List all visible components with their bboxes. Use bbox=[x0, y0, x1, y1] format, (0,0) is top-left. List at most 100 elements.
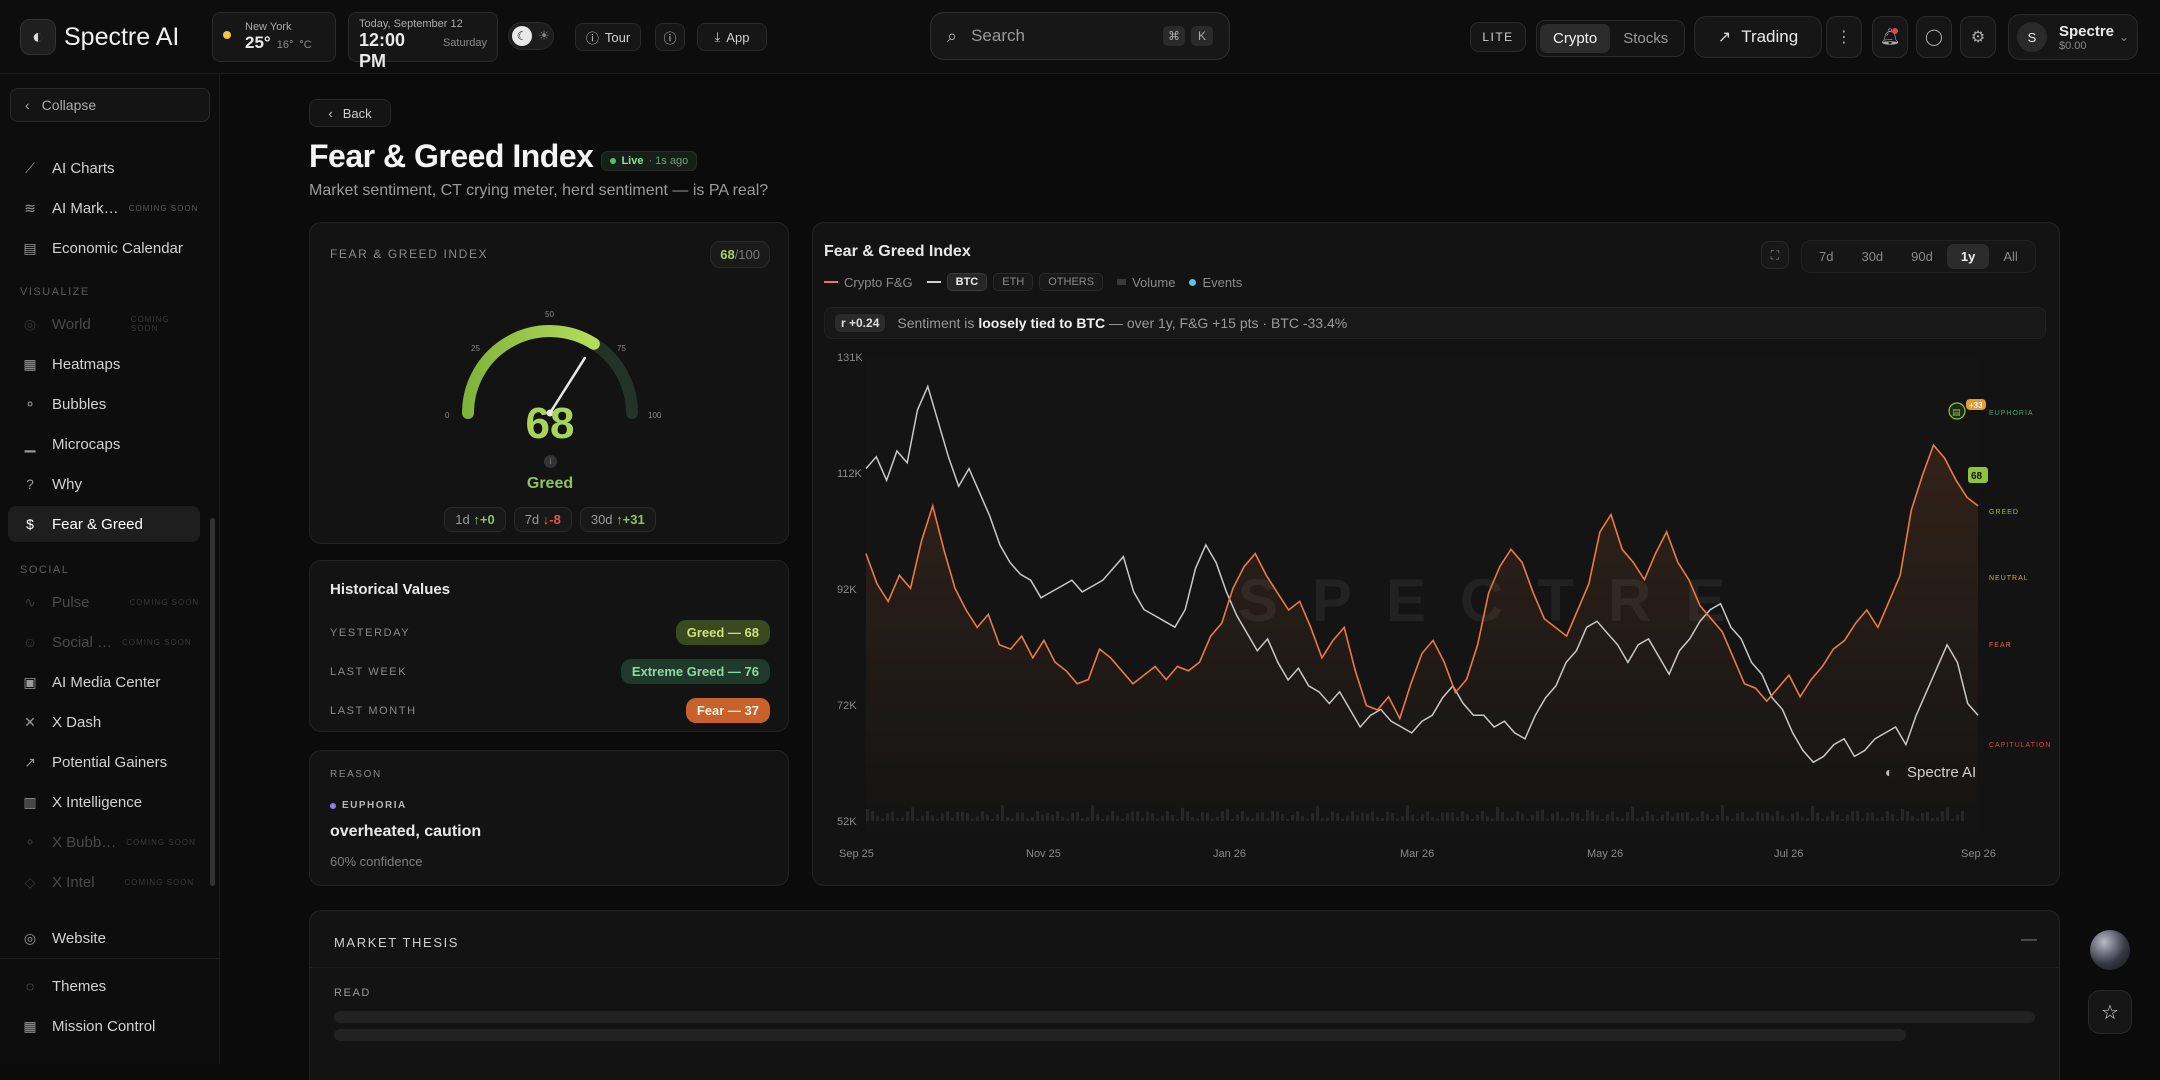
legend-others[interactable]: OTHERS bbox=[1039, 273, 1104, 291]
updated-label: · 1s ago bbox=[648, 154, 689, 167]
sidebar-item-microcaps[interactable]: ▁ Microcaps bbox=[8, 426, 200, 462]
settings-button[interactable]: ⚙ bbox=[1960, 16, 1996, 58]
sidebar-item-economic-calendar[interactable]: ▤ Economic Calendar bbox=[8, 230, 200, 266]
lite-button[interactable]: LITE bbox=[1470, 22, 1526, 52]
score-chip-max: /100 bbox=[734, 247, 760, 262]
correlation-suffix: — over 1y, F&G +15 pts · BTC -33.4% bbox=[1109, 315, 1348, 331]
sidebar-item-world[interactable]: ◎ World COMING SOON bbox=[8, 306, 200, 342]
gauge-label: FEAR & GREED INDEX bbox=[330, 247, 489, 261]
live-badge: Live · 1s ago bbox=[601, 150, 698, 171]
user-menu[interactable]: S Spectre $0.00 ⌄ bbox=[2008, 14, 2138, 60]
date-widget[interactable]: Today, September 12 12:00 PM Saturday bbox=[348, 12, 498, 71]
app-logo[interactable]: ◐ Spectre AI bbox=[20, 16, 179, 58]
sidebar-item-label: Potential Gainers bbox=[52, 753, 168, 771]
legend-volume[interactable]: Volume bbox=[1117, 275, 1175, 290]
sidebar-item-social[interactable]: ☺ Social … COMING SOON bbox=[8, 624, 200, 660]
sidebar-item-fear-greed[interactable]: $ Fear & Greed bbox=[8, 506, 200, 542]
range-all[interactable]: All bbox=[1989, 244, 2031, 269]
moon-icon: ☾ bbox=[512, 26, 533, 46]
user-name: Spectre bbox=[2059, 22, 2115, 40]
sidebar-item-themes[interactable]: ◌ Themes bbox=[8, 968, 200, 1004]
chat-button[interactable]: ◯ bbox=[1916, 16, 1952, 58]
notification-dot bbox=[1892, 28, 1898, 34]
sidebar-item-label: X Bubb… bbox=[52, 833, 117, 851]
assistant-orb[interactable] bbox=[2090, 930, 2130, 970]
range-30d[interactable]: 30d bbox=[1847, 244, 1897, 269]
sidebar-item-website[interactable]: ◎ Website bbox=[8, 920, 200, 956]
range-7d[interactable]: 7d bbox=[1805, 244, 1847, 269]
legend-btc[interactable]: BTC bbox=[946, 273, 988, 291]
fg-swatch bbox=[824, 281, 838, 283]
sidebar-scrollbar[interactable] bbox=[210, 518, 215, 886]
x-tick-label: Sep 25 bbox=[839, 848, 874, 860]
app-download-button[interactable]: ⤓ App bbox=[697, 23, 767, 51]
sidebar-item-ai-markets[interactable]: ≋ AI Mark… COMING SOON bbox=[8, 190, 200, 226]
collapse-button[interactable]: ‹ Collapse bbox=[10, 88, 210, 122]
user-balance: $0.00 bbox=[2059, 39, 2087, 52]
sidebar-item-pulse[interactable]: ∿ Pulse COMING SOON bbox=[8, 584, 200, 620]
layers-icon: ≋ bbox=[24, 199, 36, 216]
gauge-tick-25: 25 bbox=[471, 344, 480, 353]
sun-toggle-icon: ☀ bbox=[538, 28, 550, 43]
legend-eth[interactable]: ETH bbox=[993, 273, 1034, 291]
thesis-collapse-icon[interactable]: — bbox=[2021, 931, 2037, 949]
sidebar-item-label: Heatmaps bbox=[52, 355, 121, 373]
expand-button[interactable]: ⛶ bbox=[1761, 241, 1789, 269]
theme-toggle[interactable]: ☾ ☀ bbox=[508, 22, 554, 50]
historical-row: LAST WEEK Extreme Greed — 76 bbox=[330, 652, 770, 691]
sidebar-item-potential-gainers[interactable]: ↗ Potential Gainers bbox=[8, 744, 200, 780]
change-value: +0 bbox=[479, 512, 495, 527]
weather-unit: °C bbox=[299, 39, 312, 51]
trading-button[interactable]: ↗ Trading bbox=[1694, 16, 1822, 58]
favorites-button[interactable]: ☆ bbox=[2088, 990, 2132, 1034]
info-button[interactable]: ⓘ bbox=[655, 23, 685, 51]
sidebar-item-x-intelligence[interactable]: ▥ X Intelligence bbox=[8, 784, 200, 820]
sidebar-item-x-bubbles[interactable]: ⚬ X Bubb… COMING SOON bbox=[8, 824, 200, 860]
range-90d[interactable]: 90d bbox=[1897, 244, 1947, 269]
more-menu-button[interactable]: ⋮ bbox=[1826, 16, 1862, 58]
sidebar-item-heatmaps[interactable]: ▦ Heatmaps bbox=[8, 346, 200, 382]
sidebar-item-ai-media-center[interactable]: ▣ AI Media Center bbox=[8, 664, 200, 700]
sidebar-item-ai-charts[interactable]: ⟋ AI Charts bbox=[8, 150, 200, 186]
back-button[interactable]: ‹ Back bbox=[309, 99, 391, 127]
historical-list: YESTERDAY Greed — 68 LAST WEEK Extreme G… bbox=[330, 613, 770, 730]
coming-soon-tag: COMING SOON bbox=[128, 203, 199, 213]
x-tick-label: Mar 26 bbox=[1400, 848, 1434, 860]
weather-city: New York bbox=[245, 21, 292, 33]
x-tick-label: Jul 26 bbox=[1774, 848, 1803, 860]
sidebar-item-x-intel[interactable]: ◇ X Intel COMING SOON bbox=[8, 864, 200, 900]
stocks-tab[interactable]: Stocks bbox=[1610, 24, 1681, 53]
weather-widget[interactable]: New York 25° 16° °C bbox=[212, 12, 336, 62]
trending-up-icon: ↗ bbox=[24, 753, 36, 770]
globe-icon: ◎ bbox=[23, 315, 37, 332]
coming-soon-tag: COMING SOON bbox=[130, 315, 170, 333]
x-axis-ticks: Sep 25 Nov 25 Jan 26 Mar 26 May 26 Jul 26 Sep … bbox=[839, 848, 1996, 860]
sentiment-zones: EUPHORIA GREED NEUTRAL FEAR CAPITULATION bbox=[1989, 410, 2050, 749]
sidebar-item-x-dash[interactable]: ✕ X Dash bbox=[8, 704, 200, 740]
sidebar-item-bubbles[interactable]: ⚬ Bubbles bbox=[8, 386, 200, 422]
search-bar[interactable]: ⌕ Search ⌘ K bbox=[930, 12, 1230, 60]
coming-soon-tag: COMING SOON bbox=[124, 877, 195, 887]
sidebar-item-label: Website bbox=[52, 929, 106, 947]
tour-button[interactable]: ⓘ Tour bbox=[575, 23, 641, 51]
legend-fg[interactable]: Crypto F&G bbox=[824, 275, 913, 290]
sidebar-item-why[interactable]: ? Why bbox=[8, 466, 200, 502]
sidebar-item-label: AI Charts bbox=[52, 159, 115, 177]
sidebar-item-label: Social … bbox=[52, 633, 113, 651]
notifications-button[interactable]: 🔔︎ bbox=[1872, 16, 1908, 58]
legend-events[interactable]: Events bbox=[1189, 275, 1242, 290]
sun-icon bbox=[223, 31, 231, 39]
btc-swatch bbox=[926, 281, 941, 283]
crypto-tab[interactable]: Crypto bbox=[1540, 24, 1611, 53]
top-bar: ◐ Spectre AI New York 25° 16° °C Today, … bbox=[0, 0, 2160, 74]
search-input[interactable]: Search bbox=[971, 26, 1157, 46]
app-label: App bbox=[726, 29, 750, 45]
range-1y[interactable]: 1y bbox=[1946, 244, 1990, 269]
dollar-icon: $ bbox=[26, 516, 34, 532]
sidebar-item-mission-control[interactable]: ▦ Mission Control bbox=[8, 1008, 200, 1044]
star-icon: ☆ bbox=[2101, 1001, 2119, 1024]
reason-tag: EUPHORIA bbox=[330, 800, 407, 811]
chart-brand-icon: ◐ bbox=[1885, 764, 1893, 780]
thesis-read-label: READ bbox=[334, 987, 371, 999]
fear-greed-chart[interactable]: SPECTRE 131K112K92K72K52K Sep 25Nov 25Ja… bbox=[813, 347, 2061, 887]
